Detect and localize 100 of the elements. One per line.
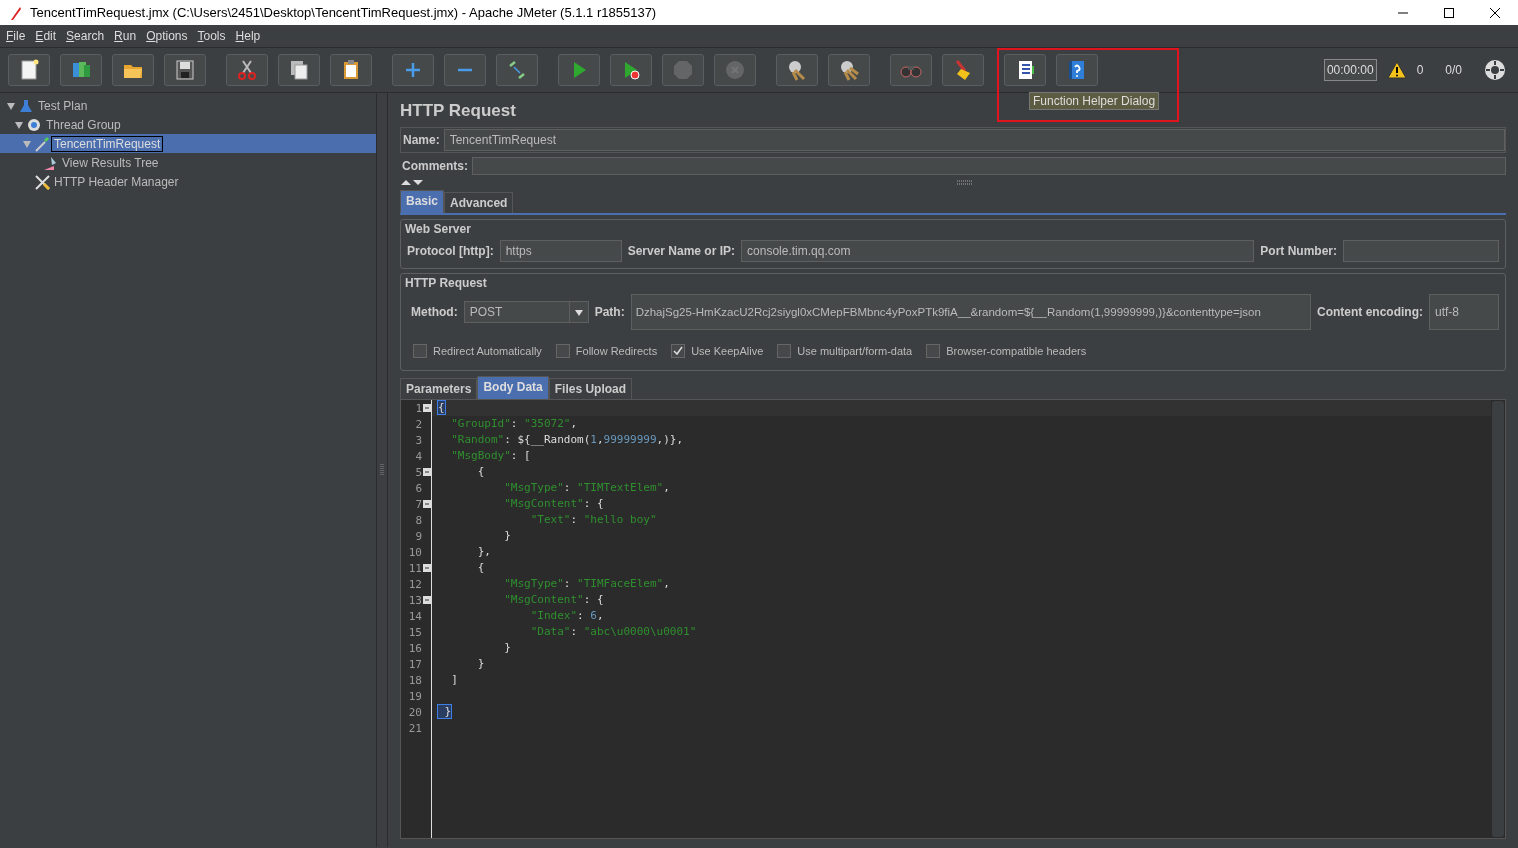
minus-icon: [457, 68, 473, 72]
port-field[interactable]: [1343, 240, 1499, 262]
tab[interactable]: Basic: [400, 190, 445, 213]
tab[interactable]: Body Data: [477, 376, 549, 399]
menu-item[interactable]: Search: [62, 29, 111, 43]
toolbar-button[interactable]: [330, 54, 372, 86]
menu-item[interactable]: Run: [110, 29, 143, 43]
line-number: 17: [408, 657, 422, 671]
option-checkbox[interactable]: Follow Redirects: [555, 344, 658, 358]
splitter-grip-icon[interactable]: [380, 463, 384, 477]
line-number: 19: [408, 689, 422, 703]
line-number: 21: [408, 721, 422, 735]
code-line: ]: [450, 673, 458, 686]
expanded-arrow-icon[interactable]: [14, 119, 24, 130]
toolbar-button[interactable]: [776, 54, 818, 86]
fold-icon[interactable]: [423, 596, 431, 604]
maximize-icon[interactable]: [1443, 6, 1455, 19]
menu-item[interactable]: Edit: [31, 29, 63, 43]
protocol-field[interactable]: https: [499, 240, 622, 262]
line-number: 4: [415, 449, 422, 463]
server-field[interactable]: console.tim.qq.com: [741, 240, 1255, 262]
code-line: }: [476, 657, 485, 670]
code-line: "Random": ${__Random(1,99999999,)},: [450, 433, 684, 446]
option-checkbox[interactable]: Browser-compatible headers: [926, 344, 1087, 358]
flask-icon: [18, 97, 34, 114]
scissors-icon: [235, 58, 259, 82]
fold-icon[interactable]: [423, 468, 431, 476]
tree-item[interactable]: View Results Tree: [0, 153, 376, 172]
line-number: 10: [408, 545, 422, 559]
collapse-arrows-icon[interactable]: [400, 178, 424, 186]
toolbar-button[interactable]: [112, 54, 154, 86]
line-number: 14: [408, 609, 422, 623]
fold-icon[interactable]: [423, 564, 431, 572]
tooltip: Function Helper Dialog: [1029, 92, 1160, 110]
tab[interactable]: Advanced: [444, 192, 514, 213]
elapsed-timer: 00:00:00: [1323, 59, 1377, 81]
tree-item[interactable]: Thread Group: [0, 115, 376, 134]
tree-item[interactable]: Test Plan: [0, 96, 376, 115]
toolbar-button[interactable]: [828, 54, 870, 86]
method-dropdown[interactable]: POST: [463, 301, 589, 323]
line-number: 9: [415, 529, 422, 543]
expanded-arrow-icon[interactable]: [22, 138, 32, 149]
option-checkbox[interactable]: Use multipart/form-data: [777, 344, 913, 358]
toolbar-button[interactable]: [278, 54, 320, 86]
code-line: "Index": 6,: [529, 609, 604, 622]
option-checkbox[interactable]: Redirect Automatically: [413, 344, 542, 358]
code-line: {: [476, 465, 485, 478]
menu-item[interactable]: Tools: [193, 29, 232, 43]
code-line: },: [476, 545, 491, 558]
expanded-arrow-icon[interactable]: [6, 100, 16, 111]
toolbar-button[interactable]: [942, 54, 984, 86]
line-number: 15: [408, 625, 422, 639]
line-number: 12: [408, 577, 422, 591]
field-label: Comments:: [402, 159, 468, 173]
line-number: 6: [415, 481, 422, 495]
line-number: 13: [408, 593, 422, 607]
field-label: Server Name or IP:: [627, 244, 736, 258]
menu-item[interactable]: Help: [231, 29, 267, 43]
drag-handle-icon[interactable]: [957, 179, 973, 185]
code-line: }: [503, 641, 511, 654]
line-number: 5: [415, 465, 422, 479]
code-line: "Text": "hello boy": [529, 513, 657, 526]
field-label: Path:: [594, 305, 625, 319]
path-field[interactable]: DzhajSg25-HmKzacU2Rcj2siygl0xCMepFBMbnc4yPoxPTk9fiA__&random=${__Random(1,99999999,)}&contenttype=json: [630, 294, 1311, 330]
scrollbar[interactable]: [1492, 401, 1504, 837]
tree-item[interactable]: TencentTimRequest: [0, 134, 376, 153]
tab[interactable]: Files Upload: [548, 378, 633, 399]
menu-item[interactable]: File: [2, 29, 32, 43]
warning-icon[interactable]: [1386, 61, 1407, 79]
fold-icon[interactable]: [423, 404, 431, 412]
code-line: "MsgType": "TIMFaceElem",: [503, 577, 670, 590]
field-label: Protocol [http]:: [407, 244, 494, 258]
fold-icon[interactable]: [423, 500, 431, 508]
line-number: 7: [415, 497, 422, 511]
code-line: "Data": "abc\u0000\u0001": [529, 625, 697, 638]
line-number: 16: [408, 641, 422, 655]
code-line: "MsgContent": {: [503, 497, 604, 510]
field-label: Method:: [411, 305, 458, 319]
code-line: {: [476, 561, 485, 574]
tools-icon: [34, 173, 50, 190]
encoding-field[interactable]: utf-8: [1429, 294, 1499, 330]
name-field[interactable]: TencentTimRequest: [443, 129, 1505, 151]
code-line: "MsgContent": {: [503, 593, 604, 606]
tree-item[interactable]: HTTP Header Manager: [0, 172, 376, 191]
code-line: }: [503, 529, 511, 542]
panel-title: HTTP Request: [400, 101, 516, 121]
section-legend: HTTP Request: [405, 276, 1499, 290]
toolbar-button[interactable]: [1004, 54, 1046, 86]
line-number: 11: [408, 561, 422, 575]
close-icon[interactable]: [1489, 6, 1501, 19]
menu-item[interactable]: Options: [142, 29, 194, 43]
tab[interactable]: Parameters: [400, 378, 478, 399]
option-checkbox[interactable]: Use KeepAlive: [671, 344, 764, 358]
line-number: 8: [415, 513, 422, 527]
code-line: "MsgBody": [: [450, 449, 531, 462]
toolbar-button[interactable]: [164, 54, 206, 86]
toolbar-button[interactable]: [8, 54, 50, 86]
line-number: 2: [415, 417, 422, 431]
comments-field[interactable]: [472, 157, 1506, 175]
field-label: Port Number:: [1260, 244, 1337, 258]
